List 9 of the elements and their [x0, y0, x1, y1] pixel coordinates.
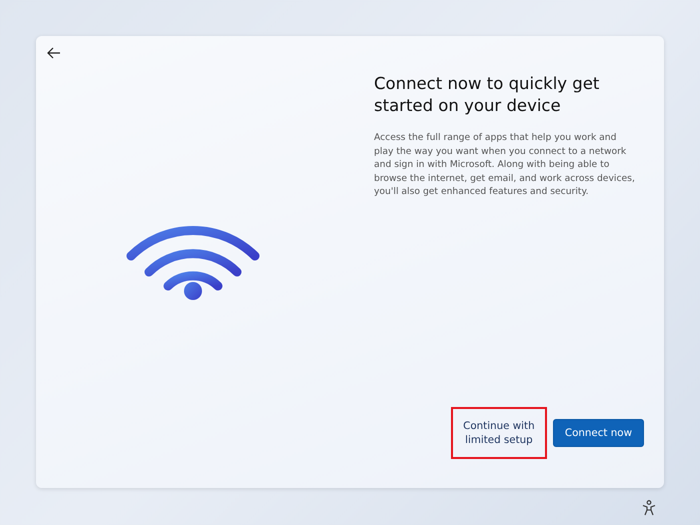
page-title: Connect now to quickly get started on your device — [374, 73, 600, 117]
description-text: Access the full range of apps that help you work and play the way you want when you connect to a network and sign in with Microsoft. Along with being able to browse the internet, get email, and work across devices, you'll also get enhanced features and security. — [374, 131, 636, 199]
accessibility-button[interactable] — [642, 500, 656, 516]
accessibility-icon — [642, 500, 656, 516]
connect-button[interactable]: Connect now — [552, 419, 644, 447]
limited-setup-button[interactable]: Continue with limited setup — [450, 407, 547, 459]
back-button[interactable] — [46, 45, 62, 61]
wifi-icon — [125, 225, 261, 301]
back-arrow-icon — [46, 45, 62, 61]
